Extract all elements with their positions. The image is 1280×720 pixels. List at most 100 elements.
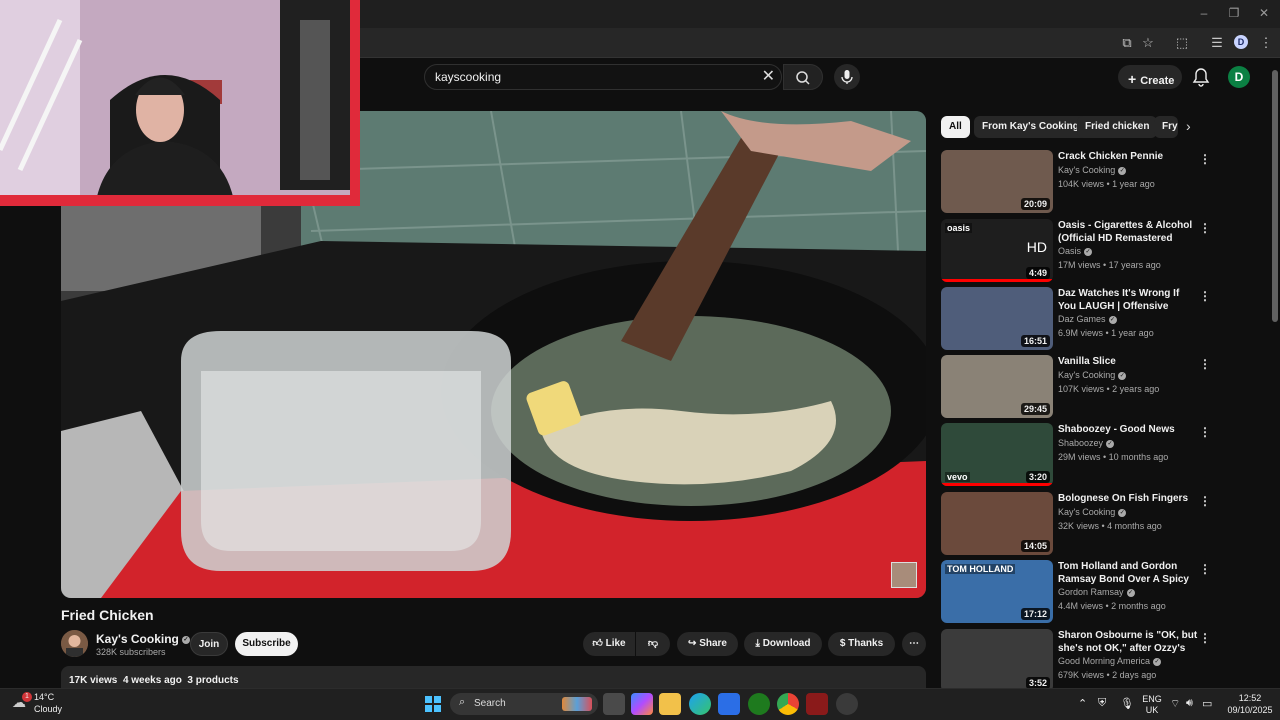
store-icon[interactable] xyxy=(718,693,740,715)
recommendation-title[interactable]: Sharon Osbourne is "OK, but she's not OK… xyxy=(1058,629,1198,655)
join-button[interactable]: Join xyxy=(190,632,228,656)
copilot-icon[interactable] xyxy=(631,693,653,715)
chip-from-kays-cooking[interactable]: From Kay's Cooking xyxy=(974,116,1087,138)
extensions-icon[interactable]: ⬚ xyxy=(1173,34,1191,52)
weather-widget[interactable]: ☁ 1 14°C Cloudy xyxy=(10,692,70,716)
recommendation-channel[interactable]: Daz Games ✓ xyxy=(1058,314,1117,324)
recommendation-thumbnail[interactable]: vevo 3:20 xyxy=(941,423,1053,486)
recommendation-item[interactable]: 20:09 Crack Chicken Pennie Kay's Cooking ✓ 1… xyxy=(941,150,1211,214)
account-avatar[interactable]: D xyxy=(1228,66,1250,88)
recommendation-title[interactable]: Daz Watches It's Wrong If You LAUGH | Of… xyxy=(1058,287,1198,313)
dislike-button[interactable]: 👎︎ xyxy=(636,632,670,656)
recommendation-item[interactable]: 29:45 Vanilla Slice Kay's Cooking ✓ 107K vie… xyxy=(941,355,1211,419)
subscribe-button[interactable]: Subscribe xyxy=(235,632,298,656)
chip-all[interactable]: All xyxy=(941,116,970,138)
reading-list-icon[interactable]: ☰ xyxy=(1208,34,1226,52)
more-options-icon[interactable]: ⋮ xyxy=(1199,152,1211,166)
file-explorer-icon[interactable] xyxy=(659,693,681,715)
recommendation-channel[interactable]: Kay's Cooking ✓ xyxy=(1058,165,1127,175)
clock-time[interactable]: 12:52 xyxy=(1228,693,1272,703)
more-options-icon[interactable]: ⋮ xyxy=(1199,562,1211,576)
like-button[interactable]: 👍︎ Like xyxy=(583,632,635,656)
battery-icon[interactable]: ▭ xyxy=(1202,697,1212,710)
security-icon[interactable]: ⛨ xyxy=(1098,697,1106,710)
share-button[interactable]: ↪ Share xyxy=(677,632,738,656)
recommendation-thumbnail[interactable]: TOM HOLLAND 17:12 xyxy=(941,560,1053,623)
recommendation-title[interactable]: Oasis - Cigarettes & Alcohol (Official H… xyxy=(1058,219,1198,245)
search-button[interactable] xyxy=(783,64,823,90)
app-icon-red[interactable] xyxy=(806,693,828,715)
recommendation-channel[interactable]: Kay's Cooking ✓ xyxy=(1058,370,1127,380)
language-code[interactable]: ENG xyxy=(1142,694,1162,704)
minimize-icon[interactable]: – xyxy=(1196,6,1212,20)
thanks-button[interactable]: $ Thanks xyxy=(828,632,895,656)
more-options-icon[interactable]: ⋮ xyxy=(1199,425,1211,439)
recommendation-thumbnail[interactable]: 20:09 xyxy=(941,150,1053,213)
download-button[interactable]: ⤓ Download xyxy=(744,632,822,656)
region-code[interactable]: UK xyxy=(1142,705,1162,715)
edge-icon[interactable] xyxy=(689,693,711,715)
more-options-icon[interactable]: ⋮ xyxy=(1199,357,1211,371)
recommendation-thumbnail[interactable]: 16:51 xyxy=(941,287,1053,350)
notifications-bell-icon[interactable] xyxy=(1192,67,1210,87)
chip-fried-chicken[interactable]: Fried chicken xyxy=(1077,116,1158,138)
search-input[interactable]: kayscooking xyxy=(435,70,501,84)
clock-date[interactable]: 09/10/2025 xyxy=(1224,705,1276,715)
recommendation-thumbnail[interactable]: 14:05 xyxy=(941,492,1053,555)
recommendation-title[interactable]: Vanilla Slice xyxy=(1058,355,1198,368)
channel-avatar[interactable] xyxy=(61,630,88,657)
obs-icon[interactable] xyxy=(836,693,858,715)
more-actions-button[interactable]: ⋯ xyxy=(902,632,926,656)
recommendation-title[interactable]: Tom Holland and Gordon Ramsay Bond Over … xyxy=(1058,560,1198,586)
recommendation-item[interactable]: oasis HD 4:49 Oasis - Cigarettes & Alcohol … xyxy=(941,219,1211,283)
xbox-icon[interactable] xyxy=(748,693,770,715)
thanks-icon: $ xyxy=(839,638,846,649)
recommendation-thumbnail[interactable]: 29:45 xyxy=(941,355,1053,418)
recommendation-item[interactable]: 3:52 Sharon Osbourne is "OK, but she's no… xyxy=(941,629,1211,693)
start-button[interactable] xyxy=(425,696,441,712)
recommendation-thumbnail[interactable]: oasis HD 4:49 xyxy=(941,219,1053,282)
search-box[interactable]: kayscooking ✕ xyxy=(424,64,782,90)
more-options-icon[interactable]: ⋮ xyxy=(1199,289,1211,303)
tray-overflow-icon[interactable]: ⌃ xyxy=(1078,697,1087,710)
verified-icon: ✓ xyxy=(1118,508,1127,517)
recommendation-title[interactable]: Bolognese On Fish Fingers xyxy=(1058,492,1198,505)
task-view-icon[interactable] xyxy=(603,693,625,715)
recommendation-item[interactable]: 16:51 Daz Watches It's Wrong If You LAUGH… xyxy=(941,287,1211,351)
chrome-icon[interactable] xyxy=(777,693,799,715)
maximize-icon[interactable]: ❐ xyxy=(1226,6,1242,20)
taskbar-search[interactable]: ⌕ Search xyxy=(450,693,598,715)
recommendation-channel[interactable]: Good Morning America ✓ xyxy=(1058,656,1162,666)
recommendation-channel[interactable]: Shaboozey ✓ xyxy=(1058,438,1115,448)
install-app-icon[interactable]: ⧉ xyxy=(1118,34,1136,52)
recommendation-item[interactable]: vevo 3:20 Shaboozey - Good News Shaboozey ✓ 2… xyxy=(941,423,1211,487)
bookmark-star-icon[interactable]: ☆ xyxy=(1139,34,1157,52)
recommendation-channel[interactable]: Kay's Cooking ✓ xyxy=(1058,507,1127,517)
mic-tray-icon[interactable]: 🎙︎ xyxy=(1120,697,1134,710)
channel-watermark[interactable] xyxy=(891,562,917,588)
recommendation-title[interactable]: Shaboozey - Good News xyxy=(1058,423,1198,436)
create-button[interactable]: + Create xyxy=(1118,65,1182,89)
recommendation-item[interactable]: 14:05 Bolognese On Fish Fingers Kay's Cook… xyxy=(941,492,1211,556)
more-options-icon[interactable]: ⋮ xyxy=(1199,631,1211,645)
channel-name[interactable]: Kay's Cooking ✓ xyxy=(96,632,190,646)
recommendation-thumbnail[interactable]: 3:52 xyxy=(941,629,1053,692)
more-options-icon[interactable]: ⋮ xyxy=(1199,494,1211,508)
channel-name-text: Good Morning America xyxy=(1058,656,1151,666)
wifi-icon[interactable]: ⌔ xyxy=(1170,697,1180,711)
page-scrollbar[interactable] xyxy=(1272,70,1278,322)
recommendation-title[interactable]: Crack Chicken Pennie xyxy=(1058,150,1198,163)
chip-fry[interactable]: Fry xyxy=(1154,116,1178,138)
browser-profile-avatar[interactable]: D xyxy=(1234,35,1248,49)
recommendation-channel[interactable]: Gordon Ramsay ✓ xyxy=(1058,587,1135,597)
voice-search-button[interactable] xyxy=(834,64,860,90)
browser-menu-icon[interactable]: ⋮ xyxy=(1257,34,1275,52)
volume-icon[interactable]: 🔊︎ xyxy=(1186,697,1193,710)
close-window-icon[interactable]: ✕ xyxy=(1256,6,1272,20)
recommendation-item[interactable]: TOM HOLLAND 17:12 Tom Holland and Gordon R… xyxy=(941,560,1211,624)
more-options-icon[interactable]: ⋮ xyxy=(1199,221,1211,235)
verified-icon: ✓ xyxy=(1126,588,1135,597)
recommendation-channel[interactable]: Oasis ✓ xyxy=(1058,246,1093,256)
chevron-right-icon[interactable]: › xyxy=(1186,118,1191,134)
clear-search-icon[interactable]: ✕ xyxy=(762,68,775,86)
